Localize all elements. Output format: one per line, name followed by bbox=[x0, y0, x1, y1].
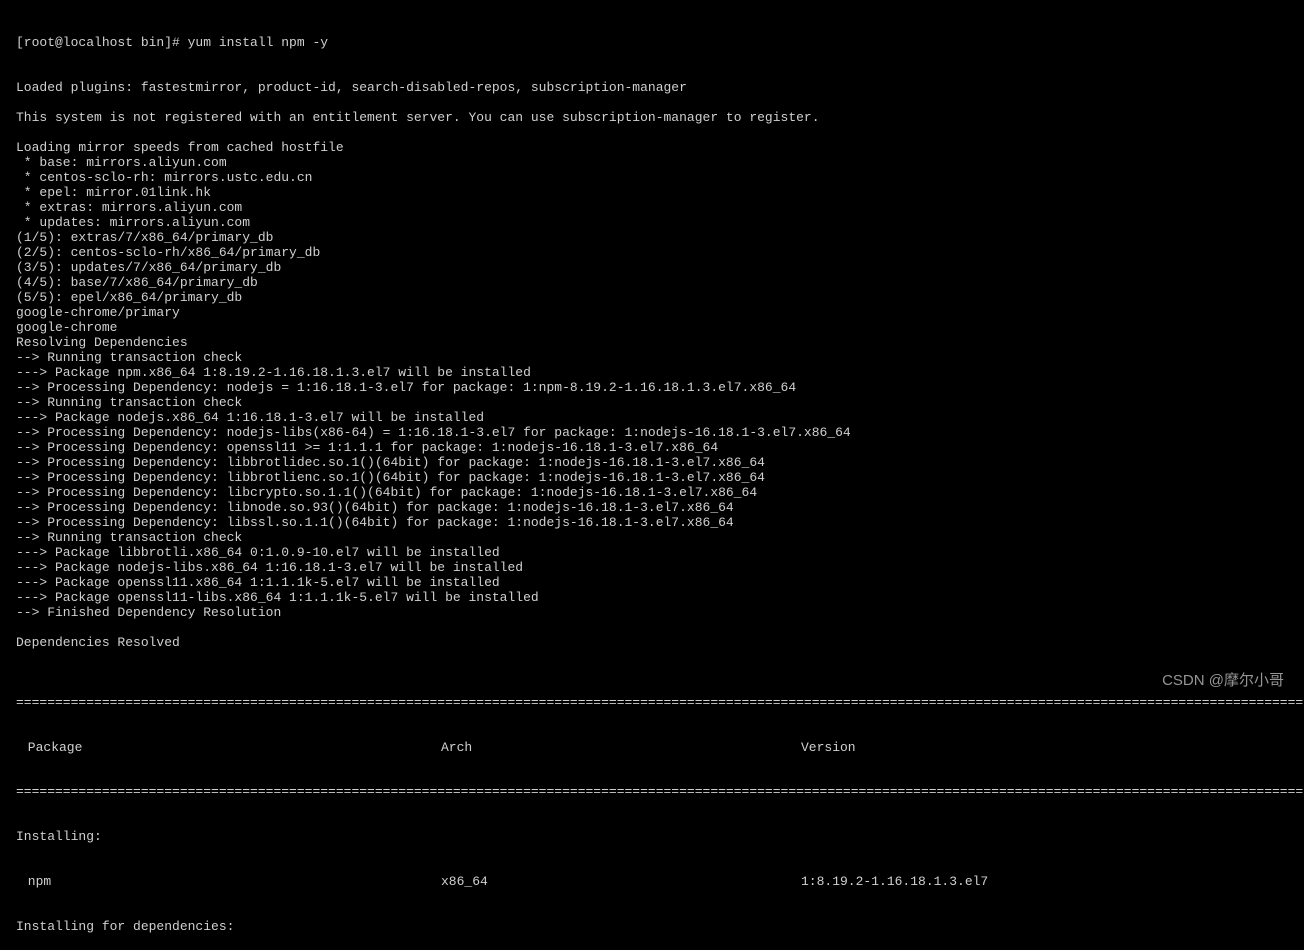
output-line: --> Processing Dependency: nodejs-libs(x… bbox=[16, 426, 1304, 441]
output-line: --> Processing Dependency: libbrotlidec.… bbox=[16, 456, 1304, 471]
output-line: * epel: mirror.01link.hk bbox=[16, 186, 1304, 201]
output-line: ---> Package npm.x86_64 1:8.19.2-1.16.18… bbox=[16, 366, 1304, 381]
output-line: (2/5): centos-sclo-rh/x86_64/primary_db bbox=[16, 246, 1304, 261]
output-line: google-chrome bbox=[16, 321, 1304, 336]
table-header-row: Package Arch Version bbox=[16, 741, 1304, 756]
output-line: ---> Package libbrotli.x86_64 0:1.0.9-10… bbox=[16, 546, 1304, 561]
output-line: * extras: mirrors.aliyun.com bbox=[16, 201, 1304, 216]
separator-bottom: ========================================… bbox=[16, 785, 1304, 800]
output-line bbox=[16, 651, 1304, 666]
output-line: --> Running transaction check bbox=[16, 396, 1304, 411]
output-line: * base: mirrors.aliyun.com bbox=[16, 156, 1304, 171]
output-line: ---> Package nodejs-libs.x86_64 1:16.18.… bbox=[16, 561, 1304, 576]
row-arch: x86_64 bbox=[441, 875, 801, 890]
output-line: * updates: mirrors.aliyun.com bbox=[16, 216, 1304, 231]
output-line: --> Processing Dependency: libssl.so.1.1… bbox=[16, 516, 1304, 531]
output-line: --> Finished Dependency Resolution bbox=[16, 606, 1304, 621]
output-lines: Loaded plugins: fastestmirror, product-i… bbox=[16, 81, 1304, 666]
header-version: Version bbox=[801, 741, 1304, 756]
table-row: npm x86_64 1:8.19.2-1.16.18.1.3.el7 bbox=[16, 875, 1304, 890]
row-version: 1:8.19.2-1.16.18.1.3.el7 bbox=[801, 875, 1304, 890]
output-line: --> Running transaction check bbox=[16, 351, 1304, 366]
row-package: npm bbox=[16, 875, 441, 890]
terminal-output[interactable]: [root@localhost bin]# yum install npm -y… bbox=[0, 6, 1304, 950]
output-line bbox=[16, 96, 1304, 111]
output-line: --> Processing Dependency: libcrypto.so.… bbox=[16, 486, 1304, 501]
output-line: (4/5): base/7/x86_64/primary_db bbox=[16, 276, 1304, 291]
output-line: ---> Package openssl11-libs.x86_64 1:1.1… bbox=[16, 591, 1304, 606]
output-line: * centos-sclo-rh: mirrors.ustc.edu.cn bbox=[16, 171, 1304, 186]
output-line: Loading mirror speeds from cached hostfi… bbox=[16, 141, 1304, 156]
output-line: (3/5): updates/7/x86_64/primary_db bbox=[16, 261, 1304, 276]
output-line bbox=[16, 126, 1304, 141]
output-line: --> Processing Dependency: openssl11 >= … bbox=[16, 441, 1304, 456]
output-line: google-chrome/primary bbox=[16, 306, 1304, 321]
output-line: This system is not registered with an en… bbox=[16, 111, 1304, 126]
header-arch: Arch bbox=[441, 741, 801, 756]
output-line: Loaded plugins: fastestmirror, product-i… bbox=[16, 81, 1304, 96]
output-line: ---> Package openssl11.x86_64 1:1.1.1k-5… bbox=[16, 576, 1304, 591]
watermark-text: CSDN @摩尔小哥 bbox=[1162, 672, 1284, 689]
header-package: Package bbox=[16, 741, 441, 756]
section-installing: Installing: bbox=[16, 830, 1304, 845]
output-line: --> Processing Dependency: libnode.so.93… bbox=[16, 501, 1304, 516]
output-line: (5/5): epel/x86_64/primary_db bbox=[16, 291, 1304, 306]
output-line: --> Processing Dependency: nodejs = 1:16… bbox=[16, 381, 1304, 396]
separator-top: ========================================… bbox=[16, 696, 1304, 711]
output-line: Dependencies Resolved bbox=[16, 636, 1304, 651]
output-line: Resolving Dependencies bbox=[16, 336, 1304, 351]
prompt-line: [root@localhost bin]# yum install npm -y bbox=[16, 36, 1304, 51]
output-line: --> Processing Dependency: libbrotlienc.… bbox=[16, 471, 1304, 486]
output-line: ---> Package nodejs.x86_64 1:16.18.1-3.e… bbox=[16, 411, 1304, 426]
output-line bbox=[16, 621, 1304, 636]
section-installing-deps: Installing for dependencies: bbox=[16, 920, 1304, 935]
output-line: --> Running transaction check bbox=[16, 531, 1304, 546]
output-line: (1/5): extras/7/x86_64/primary_db bbox=[16, 231, 1304, 246]
